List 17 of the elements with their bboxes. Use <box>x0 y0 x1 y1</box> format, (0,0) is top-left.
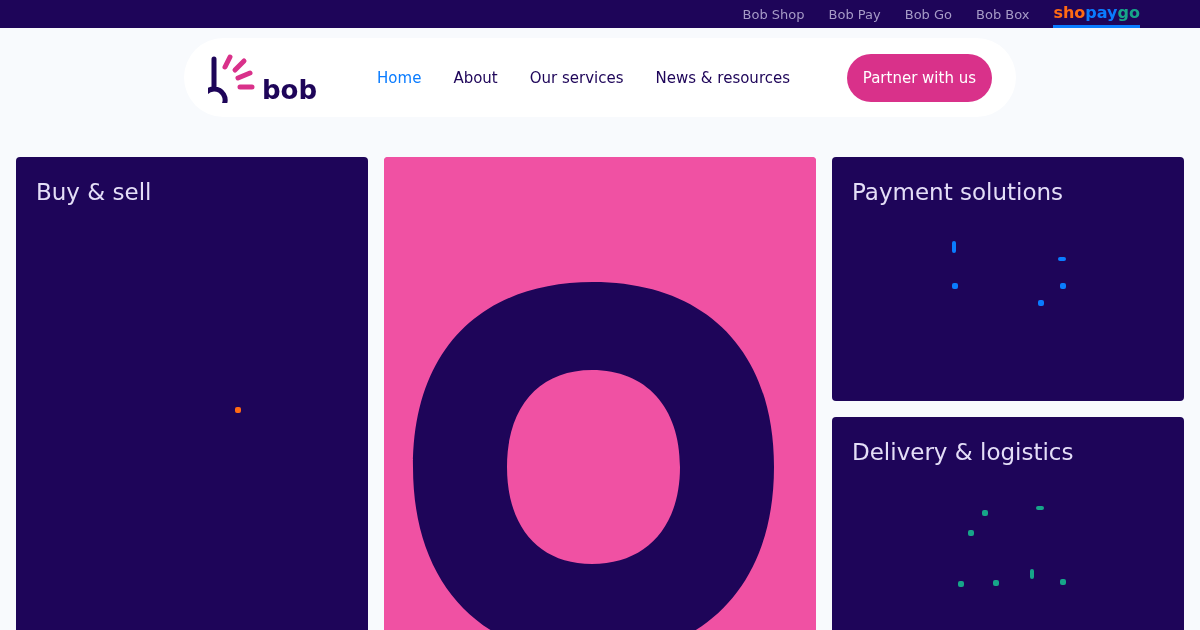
top-link[interactable]: Bob Shop <box>742 0 805 28</box>
card-title: Buy & sell <box>36 179 153 205</box>
nav-link[interactable]: Home <box>377 68 422 87</box>
logo-text: bob <box>262 76 318 103</box>
nav-link[interactable]: News & resources <box>655 68 790 87</box>
service-card[interactable]: Buy & sell <box>16 157 368 630</box>
brand-tab[interactable]: shopaygo <box>1053 0 1140 28</box>
partner-button[interactable]: Partner with us <box>846 53 992 102</box>
top-link[interactable]: Bob Go <box>904 0 953 28</box>
service-card[interactable]: Delivery & logistics <box>832 417 1184 630</box>
top-link[interactable]: Bob Pay <box>828 0 881 28</box>
service-card[interactable]: Payment solutions <box>832 157 1184 401</box>
top-link[interactable]: Bob Box <box>976 0 1030 28</box>
nav-link[interactable]: About <box>453 68 498 87</box>
card-title: Payment solutions <box>852 179 1065 205</box>
nav-link[interactable]: Our services <box>529 68 624 87</box>
card-title: Delivery & logistics <box>852 439 1075 465</box>
